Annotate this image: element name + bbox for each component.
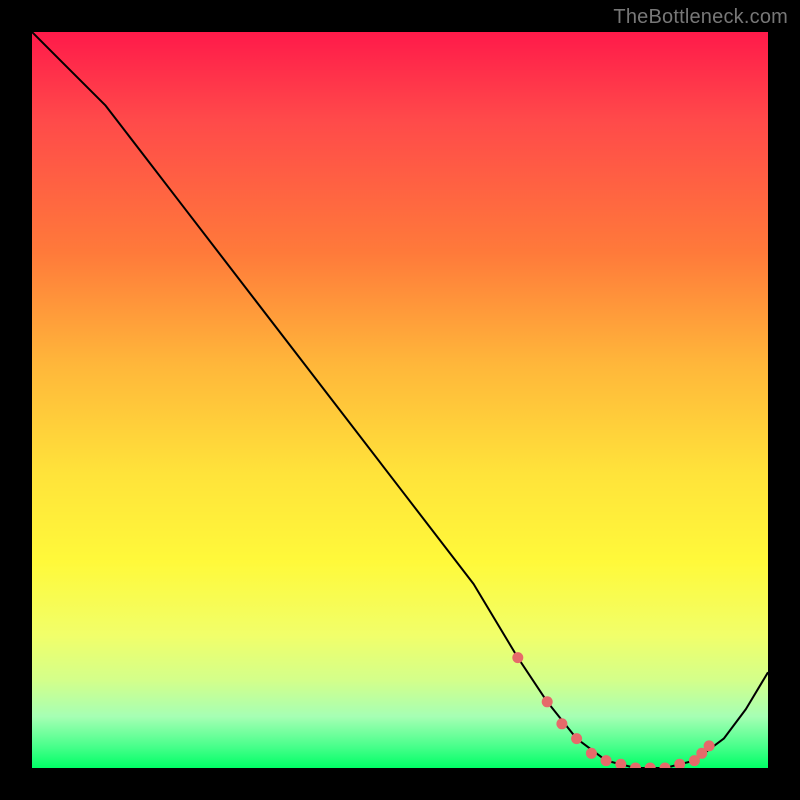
highlight-dot xyxy=(601,755,612,766)
highlight-dot xyxy=(615,759,626,768)
highlight-dot xyxy=(571,733,582,744)
plot-area xyxy=(32,32,768,768)
watermark-text: TheBottleneck.com xyxy=(613,6,788,29)
curve-svg xyxy=(32,32,768,768)
chart-frame: TheBottleneck.com xyxy=(0,0,800,800)
highlight-dot xyxy=(704,740,715,751)
highlight-dot xyxy=(556,718,567,729)
bottleneck-curve xyxy=(32,32,768,768)
highlight-dot xyxy=(542,696,553,707)
highlight-dot xyxy=(674,759,685,768)
highlight-dot xyxy=(660,763,671,769)
highlight-dot xyxy=(512,652,523,663)
highlight-dot xyxy=(645,763,656,769)
highlight-dot xyxy=(586,748,597,759)
highlight-dot xyxy=(630,763,641,769)
highlight-dots-group xyxy=(512,652,714,768)
